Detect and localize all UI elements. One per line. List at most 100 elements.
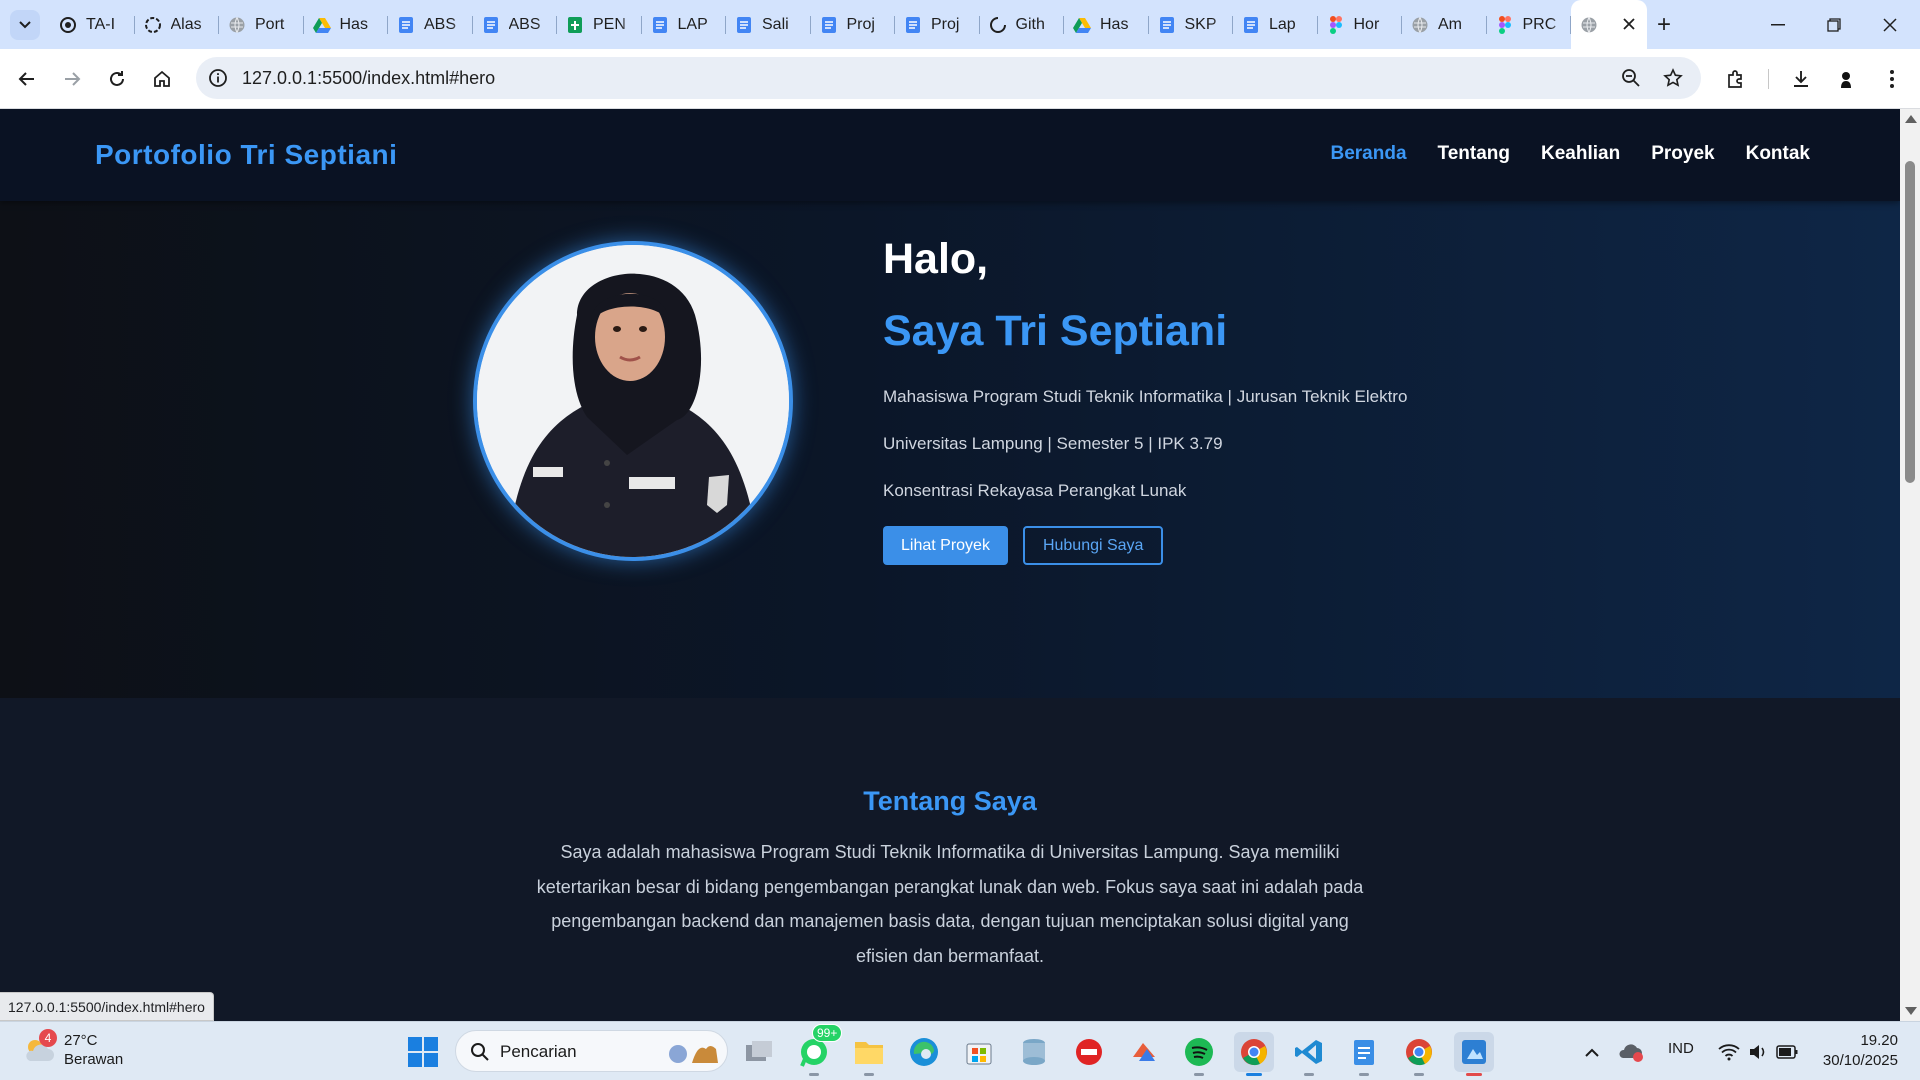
- zoom-icon[interactable]: [1619, 66, 1643, 90]
- chrome-taskbar-app[interactable]: [1234, 1032, 1274, 1076]
- nav-link-keahlian[interactable]: Keahlian: [1541, 143, 1620, 165]
- browser-tab[interactable]: Alas: [135, 0, 220, 49]
- vscode-icon: [1295, 1040, 1322, 1064]
- puzzle-icon: [1728, 70, 1742, 88]
- start-button[interactable]: [408, 1037, 438, 1067]
- browser-tab[interactable]: Proj: [811, 0, 896, 49]
- tab-list: TA-I Alas Port Has ABS ABS PEN LAP Sali Proj Proj G…: [50, 0, 1647, 49]
- browser-tab[interactable]: PEN: [557, 0, 642, 49]
- cloud-error-icon: [1619, 1044, 1643, 1062]
- scrollbar-thumb[interactable]: [1905, 161, 1915, 483]
- speaker-icon: [1750, 1045, 1765, 1059]
- extensions-button[interactable]: [1720, 63, 1752, 95]
- browser-tab[interactable]: Port: [219, 0, 304, 49]
- browser-tab[interactable]: TA-I: [50, 0, 135, 49]
- arrow-left-icon: [18, 72, 34, 86]
- browser-menu-button[interactable]: [1876, 63, 1908, 95]
- weather-widget[interactable]: 4 27°C Berawan: [22, 1029, 123, 1069]
- colorful-app-taskbar-app[interactable]: [1124, 1032, 1164, 1072]
- tab-title: Lap: [1269, 15, 1296, 33]
- globe-icon: [1411, 16, 1429, 34]
- taskbar-search[interactable]: Pencarian: [455, 1030, 728, 1072]
- scroll-down-arrow-icon[interactable]: [1905, 1007, 1917, 1015]
- profile-button[interactable]: [1830, 63, 1862, 95]
- site-info-icon[interactable]: [206, 66, 230, 90]
- browser-tab[interactable]: Lap: [1233, 0, 1318, 49]
- weather-desc: Berawan: [64, 1051, 124, 1068]
- browser-tab[interactable]: Has: [304, 0, 389, 49]
- microsoft-store-taskbar-app[interactable]: [959, 1032, 999, 1072]
- nav-link-beranda[interactable]: Beranda: [1331, 143, 1407, 165]
- home-button[interactable]: [146, 63, 178, 95]
- onedrive-tray-button[interactable]: [1613, 1032, 1649, 1072]
- browser-tab[interactable]: Has: [1064, 0, 1149, 49]
- hero-line-university: Universitas Lampung | Semester 5 | IPK 3…: [883, 434, 1223, 453]
- profile-photo: [473, 241, 793, 561]
- notepad-taskbar-app[interactable]: [1344, 1032, 1384, 1076]
- google-docs-icon: [1158, 16, 1176, 34]
- restore-icon: [1827, 17, 1841, 32]
- chrome-icon: [1406, 1039, 1432, 1066]
- weather-text: 27°C Berawan: [64, 1031, 123, 1069]
- folder-icon: [855, 1042, 883, 1064]
- task-view-button[interactable]: [739, 1032, 779, 1072]
- show-hidden-icons-button[interactable]: [1572, 1032, 1612, 1072]
- tab-title: PRC: [1522, 15, 1557, 33]
- file-explorer-taskbar-app[interactable]: [849, 1032, 889, 1076]
- edge-taskbar-app[interactable]: [904, 1032, 944, 1072]
- chrome-profile-taskbar-app[interactable]: [1399, 1032, 1439, 1076]
- tab-title: Has: [339, 15, 368, 33]
- browser-tab[interactable]: ABS: [388, 0, 473, 49]
- view-projects-button[interactable]: Lihat Proyek: [883, 526, 1008, 565]
- browser-tab[interactable]: LAP: [642, 0, 727, 49]
- close-window-button[interactable]: [1862, 0, 1918, 49]
- arrow-right-icon: [65, 72, 81, 86]
- address-bar[interactable]: 127.0.0.1:5500/index.html#hero: [196, 57, 1701, 99]
- minimize-button[interactable]: [1750, 0, 1806, 49]
- reload-button[interactable]: [101, 63, 133, 95]
- tab-search-button[interactable]: [10, 10, 40, 40]
- browser-tab[interactable]: SKP: [1149, 0, 1234, 49]
- downloads-button[interactable]: [1785, 63, 1817, 95]
- quick-settings-button[interactable]: [1713, 1032, 1803, 1072]
- browser-tab[interactable]: Gith: [980, 0, 1065, 49]
- weather-alert-badge: 4: [39, 1029, 57, 1047]
- avatar-icon: [1836, 69, 1856, 89]
- browser-tab[interactable]: Hor: [1318, 0, 1403, 49]
- scroll-up-arrow-icon[interactable]: [1905, 115, 1917, 123]
- taskbar-clock[interactable]: 19.20 30/10/2025: [1823, 1031, 1898, 1071]
- forward-button[interactable]: [56, 63, 88, 95]
- restore-button[interactable]: [1806, 0, 1862, 49]
- url-text[interactable]: 127.0.0.1:5500/index.html#hero: [242, 68, 495, 89]
- bookmark-star-icon[interactable]: [1661, 66, 1685, 90]
- vscode-taskbar-app[interactable]: [1289, 1032, 1329, 1076]
- new-tab-button[interactable]: +: [1650, 11, 1678, 39]
- hero-buttons: Lihat Proyek Hubungi Saya: [883, 526, 1407, 565]
- browser-tab[interactable]: Sali: [726, 0, 811, 49]
- wifi-icon: [1718, 1044, 1740, 1061]
- browser-tab[interactable]: Am: [1402, 0, 1487, 49]
- nav-link-proyek[interactable]: Proyek: [1651, 143, 1714, 165]
- spotify-taskbar-app[interactable]: [1179, 1032, 1219, 1076]
- contact-me-button[interactable]: Hubungi Saya: [1022, 526, 1164, 565]
- nav-link-kontak[interactable]: Kontak: [1746, 143, 1810, 165]
- chevron-up-icon: [1585, 1048, 1599, 1057]
- site-logo[interactable]: Portofolio Tri Septiani: [95, 139, 397, 171]
- tab-title: ABS: [424, 15, 457, 33]
- nav-link-tentang[interactable]: Tentang: [1438, 143, 1510, 165]
- hero-greeting: Halo,: [883, 235, 989, 283]
- back-button[interactable]: [11, 63, 43, 95]
- whatsapp-taskbar-app[interactable]: 99+: [794, 1024, 843, 1076]
- search-icon: [471, 1043, 489, 1061]
- paint-taskbar-app[interactable]: [1454, 1032, 1494, 1076]
- database-taskbar-app[interactable]: [1014, 1032, 1054, 1072]
- tab-title: Alas: [170, 15, 202, 33]
- browser-tab[interactable]: Proj: [895, 0, 980, 49]
- page-scrollbar[interactable]: [1900, 109, 1920, 1021]
- active-browser-tab[interactable]: [1571, 0, 1647, 49]
- red-app-taskbar-app[interactable]: [1069, 1032, 1109, 1072]
- browser-tab[interactable]: ABS: [473, 0, 558, 49]
- language-indicator[interactable]: IND: [1668, 1040, 1694, 1057]
- close-tab-icon[interactable]: [1623, 14, 1635, 35]
- browser-tab[interactable]: PRC: [1487, 0, 1572, 49]
